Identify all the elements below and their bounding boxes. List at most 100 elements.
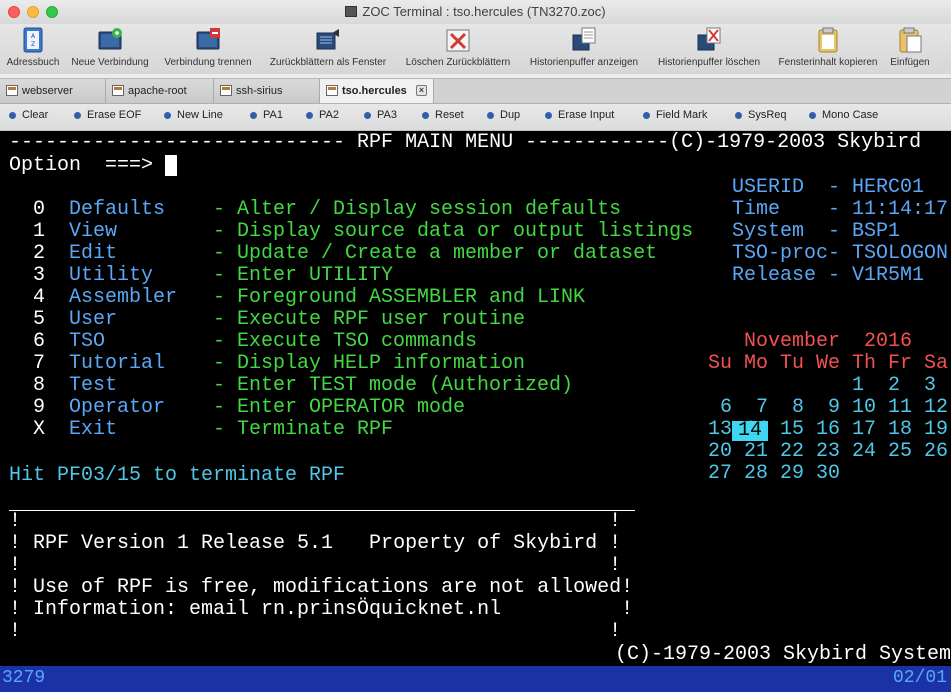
key-erase-input-button[interactable]: Erase Input: [545, 109, 614, 121]
status-bar: 3279 02/01: [0, 666, 951, 692]
menu-desc: - Execute RPF user routine: [213, 308, 526, 331]
copy-window-icon: [818, 27, 838, 53]
scrollback-window-icon: [316, 29, 339, 50]
tab-tso-hercules[interactable]: tso.hercules ×: [320, 79, 434, 103]
address-book-icon: A Z: [23, 27, 43, 53]
delete-history-icon: [697, 27, 721, 51]
menu-key: 1: [33, 220, 46, 243]
menu-key: 7: [33, 352, 46, 375]
menu-item-test[interactable]: Test: [69, 375, 117, 397]
tab-bar: webserver apache-root ssh-sirius tso.her…: [0, 78, 951, 104]
key-field-mark-button[interactable]: Field Mark: [643, 109, 707, 121]
key-new-line-button[interactable]: New Line: [164, 109, 223, 121]
key-pa2-button[interactable]: PA2: [306, 109, 339, 121]
menu-desc: - Foreground ASSEMBLER and LINK: [213, 286, 586, 309]
menu-key: 6: [33, 330, 46, 353]
menu-item-tso[interactable]: TSO: [69, 331, 105, 353]
calendar-today: 14: [732, 421, 768, 441]
tab-close-icon[interactable]: ×: [416, 85, 427, 96]
clear-scrollback-icon: [446, 29, 470, 52]
key-sysreq-button[interactable]: SysReq: [735, 109, 787, 121]
toolbar-label: Einfügen: [890, 57, 930, 68]
menu-key: 0: [33, 198, 46, 221]
toolbar-label: Historienpuffer löschen: [657, 57, 761, 68]
menu-desc: - Execute TSO commands: [213, 330, 478, 353]
key-erase-eof-button[interactable]: Erase EOF: [74, 109, 141, 121]
option-label: Option ===>: [9, 154, 154, 177]
key-pa1-button[interactable]: PA1: [250, 109, 283, 121]
footer-copyright: (C)-1979-2003 Skybird System: [615, 643, 951, 666]
terminal-tab-icon: [220, 85, 232, 96]
tab-label: tso.hercules: [342, 85, 407, 97]
window-title-container: ZOC Terminal : tso.hercules (TN3270.zoc): [0, 4, 951, 19]
info-value: V1R5M1: [852, 264, 925, 287]
terminal-screen[interactable]: ---------------------------- RPF MAIN ME…: [0, 131, 951, 666]
box-line: ! !: [9, 554, 622, 577]
menu-item-edit[interactable]: Edit: [69, 243, 117, 265]
menu-item-utility[interactable]: Utility: [69, 265, 153, 287]
info-value: TSOLOGON: [852, 242, 949, 265]
menu-item-tutorial[interactable]: Tutorial: [69, 353, 165, 375]
info-value: HERC01: [852, 176, 925, 199]
toolbar-label: Fensterinhalt kopieren: [778, 57, 878, 68]
calendar-week-5: 27 28 29 30: [708, 462, 841, 485]
new-connection-icon: [98, 28, 122, 50]
menu-item-operator[interactable]: Operator: [69, 397, 165, 419]
disconnect-icon: [196, 28, 220, 50]
title-bar: ZOC Terminal : tso.hercules (TN3270.zoc): [0, 0, 951, 25]
menu-key: 2: [33, 242, 46, 265]
key-reset-button[interactable]: Reset: [422, 109, 464, 121]
menu-item-exit[interactable]: Exit: [69, 419, 117, 441]
command-input-cursor[interactable]: [165, 155, 177, 176]
info-label: System -: [732, 220, 841, 243]
terminal-tab-icon: [326, 85, 338, 96]
toolbar-label: Zurückblättern als Fenster: [269, 57, 387, 68]
toolbar: A Z Adressbuch Neue Verbindung Verbindun…: [0, 24, 951, 74]
paste-icon: [899, 27, 922, 53]
menu-key: 5: [33, 308, 46, 331]
menu-item-user[interactable]: User: [69, 309, 117, 331]
toolbar-label: Adressbuch: [6, 57, 60, 68]
tab-ssh-sirius[interactable]: ssh-sirius: [214, 79, 320, 103]
show-history-icon: [572, 27, 596, 51]
calendar-week-1: 1 2 3 4 5: [852, 374, 937, 397]
tab-label: ssh-sirius: [236, 85, 283, 97]
header-line: ---------------------------- RPF MAIN ME…: [9, 131, 922, 154]
terminate-hint: Hit PF03/15 to terminate RPF: [9, 464, 346, 487]
cursor-position: 02/01: [892, 668, 947, 688]
menu-key: X: [33, 418, 46, 441]
toolbar-label: Löschen Zurückblättern: [405, 57, 511, 68]
menu-key: 9: [33, 396, 46, 419]
window-title: ZOC Terminal : tso.hercules (TN3270.zoc): [362, 4, 606, 19]
menu-desc: - Display source data or output listings: [213, 220, 694, 243]
info-value: BSP1: [852, 220, 901, 243]
info-value: 11:14:17: [852, 198, 949, 221]
toolbar-label: Historienpuffer anzeigen: [529, 57, 639, 68]
menu-item-assembler[interactable]: Assembler: [69, 287, 177, 309]
menu-desc: - Display HELP information: [213, 352, 526, 375]
calendar-week-4: 20 21 22 23 24 25 26: [708, 440, 949, 463]
key-pa3-button[interactable]: PA3: [364, 109, 397, 121]
calendar-weekdays: Su Mo Tu We Th Fr Sa: [708, 352, 949, 375]
toolbar-label: Verbindung trennen: [164, 57, 252, 68]
calendar-week-2: 6 7 8 9 10 11 12: [708, 396, 949, 419]
tab-label: apache-root: [128, 85, 187, 97]
info-label: Release -: [732, 264, 841, 287]
key-mono-case-button[interactable]: Mono Case: [809, 109, 878, 121]
box-line: ! Use of RPF is free, modifications are …: [9, 576, 634, 599]
box-line: ! RPF Version 1 Release 5.1 Property of …: [9, 532, 622, 555]
toolbar-label: Neue Verbindung: [71, 57, 149, 68]
tab-webserver[interactable]: webserver: [0, 79, 106, 103]
menu-desc: - Enter OPERATOR mode: [213, 396, 466, 419]
menu-desc: - Enter TEST mode (Authorized): [213, 374, 574, 397]
terminal-key-bar: Clear Erase EOF New Line PA1 PA2 PA3 Res…: [0, 104, 951, 131]
menu-desc: - Update / Create a member or dataset: [213, 242, 658, 265]
key-dup-button[interactable]: Dup: [487, 109, 520, 121]
tab-apache-root[interactable]: apache-root: [106, 79, 214, 103]
info-label: TSO-proc-: [732, 242, 841, 265]
key-clear-button[interactable]: Clear: [9, 109, 48, 121]
menu-item-defaults[interactable]: Defaults: [69, 199, 165, 221]
menu-item-view[interactable]: View: [69, 221, 117, 243]
menu-desc: - Enter UTILITY: [213, 264, 394, 287]
menu-desc: - Alter / Display session defaults: [213, 198, 622, 221]
